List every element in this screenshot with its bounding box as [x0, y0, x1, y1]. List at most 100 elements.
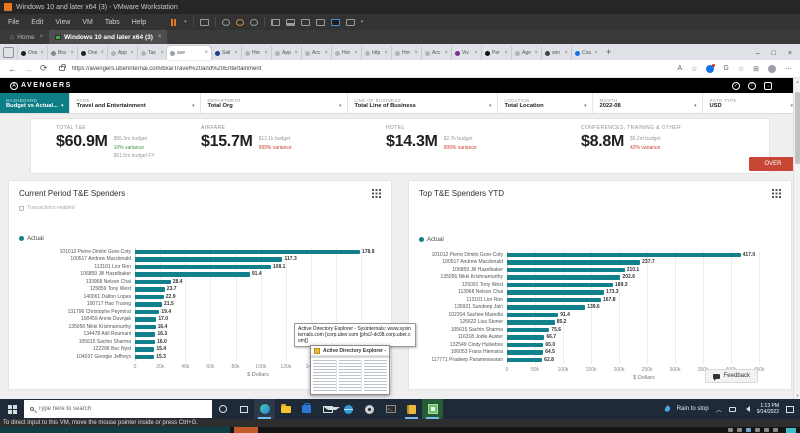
bar-row[interactable]: 125859 Tony West 23.7	[19, 286, 381, 294]
close-button[interactable]: ×	[788, 50, 792, 57]
transactions-enabled-checkbox[interactable]: Transactions enabled	[19, 205, 381, 211]
tab-actions-menu-icon[interactable]	[3, 47, 14, 58]
grid-options-icon[interactable]	[772, 189, 781, 198]
forward-button[interactable]: →	[24, 64, 33, 74]
bar-row[interactable]: 113101 Lior Ron 108.1	[19, 263, 381, 271]
bar-row[interactable]: 106859 Jill Hazelbaker 91.4	[19, 271, 381, 279]
menu-edit[interactable]: Edit	[29, 18, 45, 27]
workspaces-badge-icon[interactable]	[706, 63, 716, 73]
show-thumbnail-bar-button[interactable]	[285, 18, 295, 26]
bar-row[interactable]: 101012 Pierre Dimitri Gore-Coty 417.0	[419, 251, 781, 259]
add-favorite-icon[interactable]: ☆	[691, 65, 697, 73]
tab-close-icon[interactable]: ×	[354, 50, 358, 56]
bar-row[interactable]: 102204 Sachee Maredia 91.4	[419, 311, 781, 319]
menu-tabs[interactable]: Tabs	[103, 18, 122, 27]
tab-close-icon[interactable]: ×	[504, 50, 508, 56]
chevron-down-icon[interactable]: ▾	[339, 103, 342, 109]
bar-row[interactable]: 117771 Pradeep Parameswaran 62.8	[419, 356, 781, 364]
close-tab-icon[interactable]: ×	[40, 34, 44, 40]
stretch-guest-button[interactable]	[345, 18, 355, 26]
favorites-bar-icon[interactable]: ☆	[738, 65, 744, 73]
tab-close-icon[interactable]: ×	[40, 50, 44, 56]
browser-tab-cou[interactable]: Cou ×	[571, 46, 601, 60]
console-view-button[interactable]	[330, 18, 340, 26]
speaker-icon[interactable]	[743, 406, 750, 412]
profile-avatar[interactable]	[768, 64, 776, 73]
bar-row[interactable]: 132549 Cindy Hulsebos 65.0	[419, 341, 781, 349]
filter-month[interactable]: MONTH 2022-08 ▾	[593, 93, 704, 113]
browser-essentials-icon[interactable]: G	[723, 65, 728, 72]
grid-options-icon[interactable]	[372, 189, 381, 198]
tab-close-icon[interactable]: ×	[70, 50, 74, 56]
unity-mode-button[interactable]	[315, 18, 325, 26]
tab-close-icon[interactable]: ×	[234, 50, 238, 56]
browser-tab-hor[interactable]: Hor ×	[391, 46, 421, 60]
bar-row[interactable]: 140061 Dalton Lopes 22.9	[19, 293, 381, 301]
bar-row[interactable]: 113101 Lior Ron 167.8	[419, 296, 781, 304]
filter-dashboard[interactable]: DASHBOARD Budget vs Actual... ▾	[0, 93, 71, 113]
power-dropdown-caret[interactable]: ▾	[184, 19, 187, 25]
network-adapter-icon[interactable]	[746, 428, 751, 432]
usb-icon[interactable]	[764, 428, 769, 432]
page-scrollbar[interactable]: ▲ ▼	[793, 78, 800, 399]
taskbar-adexplorer-book[interactable]	[401, 399, 422, 419]
bar-row[interactable]: 131796 Christophe Peymirat 19.4	[19, 308, 381, 316]
taskbar-file-explorer[interactable]	[275, 399, 296, 419]
bar-row[interactable]: 105615 Sachin Sharma 75.6	[419, 326, 781, 334]
bar-row[interactable]: 135056 Nikki Krishnamurthy 202.6	[419, 274, 781, 282]
taskbar-store[interactable]	[296, 399, 317, 419]
scrollbar-thumb[interactable]	[795, 92, 800, 164]
bar-row[interactable]: 106859 Jill Hazelbaker 210.1	[419, 266, 781, 274]
taskbar-preview-thumbnail[interactable]: Active Directory Explorer - ...	[310, 345, 390, 395]
bar-row[interactable]: 135921 Sundeep Jain 139.6	[419, 304, 781, 312]
take-snapshot-button[interactable]	[221, 18, 230, 26]
browser-tab-app[interactable]: App ×	[107, 46, 137, 60]
menu-help[interactable]: Help	[130, 18, 148, 27]
fullscreen-button[interactable]	[300, 18, 310, 26]
scroll-down-icon[interactable]: ▼	[794, 393, 800, 398]
tab-close-icon[interactable]: ×	[324, 50, 328, 56]
taskbar-clock[interactable]: 1:13 PM 9/14/2022	[757, 403, 779, 415]
url-input[interactable]: https://avengers.uberinternal.com/bxa/Tr…	[72, 66, 671, 72]
scroll-up-icon[interactable]: ▲	[794, 79, 800, 84]
taskbar-terminal[interactable]: >_	[380, 399, 401, 419]
filter-rate-type[interactable]: RATE TYPE USD ▾	[703, 93, 800, 113]
browser-tab-one[interactable]: One ×	[17, 46, 47, 60]
notification-icon[interactable]: !	[748, 81, 756, 90]
site-security-lock-icon[interactable]	[58, 64, 66, 71]
browser-tab-acc[interactable]: Acc ×	[301, 46, 331, 60]
back-button[interactable]: ←	[8, 64, 17, 74]
fullscreen-toggle-icon[interactable]	[786, 427, 796, 433]
feedback-button[interactable]: Feedback	[704, 369, 758, 383]
browser-tab-ave[interactable]: ave ×	[167, 46, 211, 60]
browser-tab-sail[interactable]: Sail ×	[211, 46, 241, 60]
bar-row[interactable]: 116318 Jodie Auster 66.7	[419, 334, 781, 342]
tab-close-icon[interactable]: ×	[294, 50, 298, 56]
bar-row[interactable]: 100517 Andrew Macdonald 237.7	[419, 259, 781, 267]
bar-row[interactable]: 113968 Nelson Chai 173.3	[419, 289, 781, 297]
filter-location[interactable]: LOCATION Total Location ▾	[498, 93, 594, 113]
bar-row[interactable]: 100459 Annie Duvnjak 17.0	[19, 316, 381, 324]
bar-row[interactable]: 106053 Frans Hiemstra 64.5	[419, 349, 781, 357]
bar-row[interactable]: 100517 Andrew Macdonald 117.3	[19, 256, 381, 264]
settings-menu-icon[interactable]: ⋯	[785, 65, 792, 73]
vmware-tab-vm[interactable]: Windows 10 and later x64 (3) ×	[49, 30, 168, 44]
browser-tab-bra[interactable]: Bra ×	[47, 46, 77, 60]
chevron-down-icon[interactable]: ▾	[694, 103, 697, 109]
taskbar-adexplorer[interactable]	[422, 399, 443, 419]
taskbar-search[interactable]	[24, 400, 212, 418]
start-button[interactable]	[0, 399, 24, 419]
filter-line-of-business[interactable]: LINE OF BUSINESS Total Line of Business ▾	[348, 93, 499, 113]
tab-close-icon[interactable]: ×	[534, 50, 538, 56]
chevron-down-icon[interactable]: ▾	[192, 103, 195, 109]
checkmark-icon[interactable]: ✓	[732, 81, 740, 90]
logout-icon[interactable]: →	[764, 81, 772, 90]
tab-close-icon[interactable]: ×	[414, 50, 418, 56]
tab-close-icon[interactable]: ×	[564, 50, 568, 56]
close-tab-icon[interactable]: ×	[158, 34, 162, 40]
new-tab-button[interactable]: +	[606, 47, 611, 57]
refresh-button[interactable]: ⟳	[40, 63, 48, 74]
browser-tab-tax[interactable]: Tax ×	[137, 46, 167, 60]
printer-icon[interactable]	[773, 428, 778, 432]
menu-view[interactable]: View	[53, 18, 72, 27]
